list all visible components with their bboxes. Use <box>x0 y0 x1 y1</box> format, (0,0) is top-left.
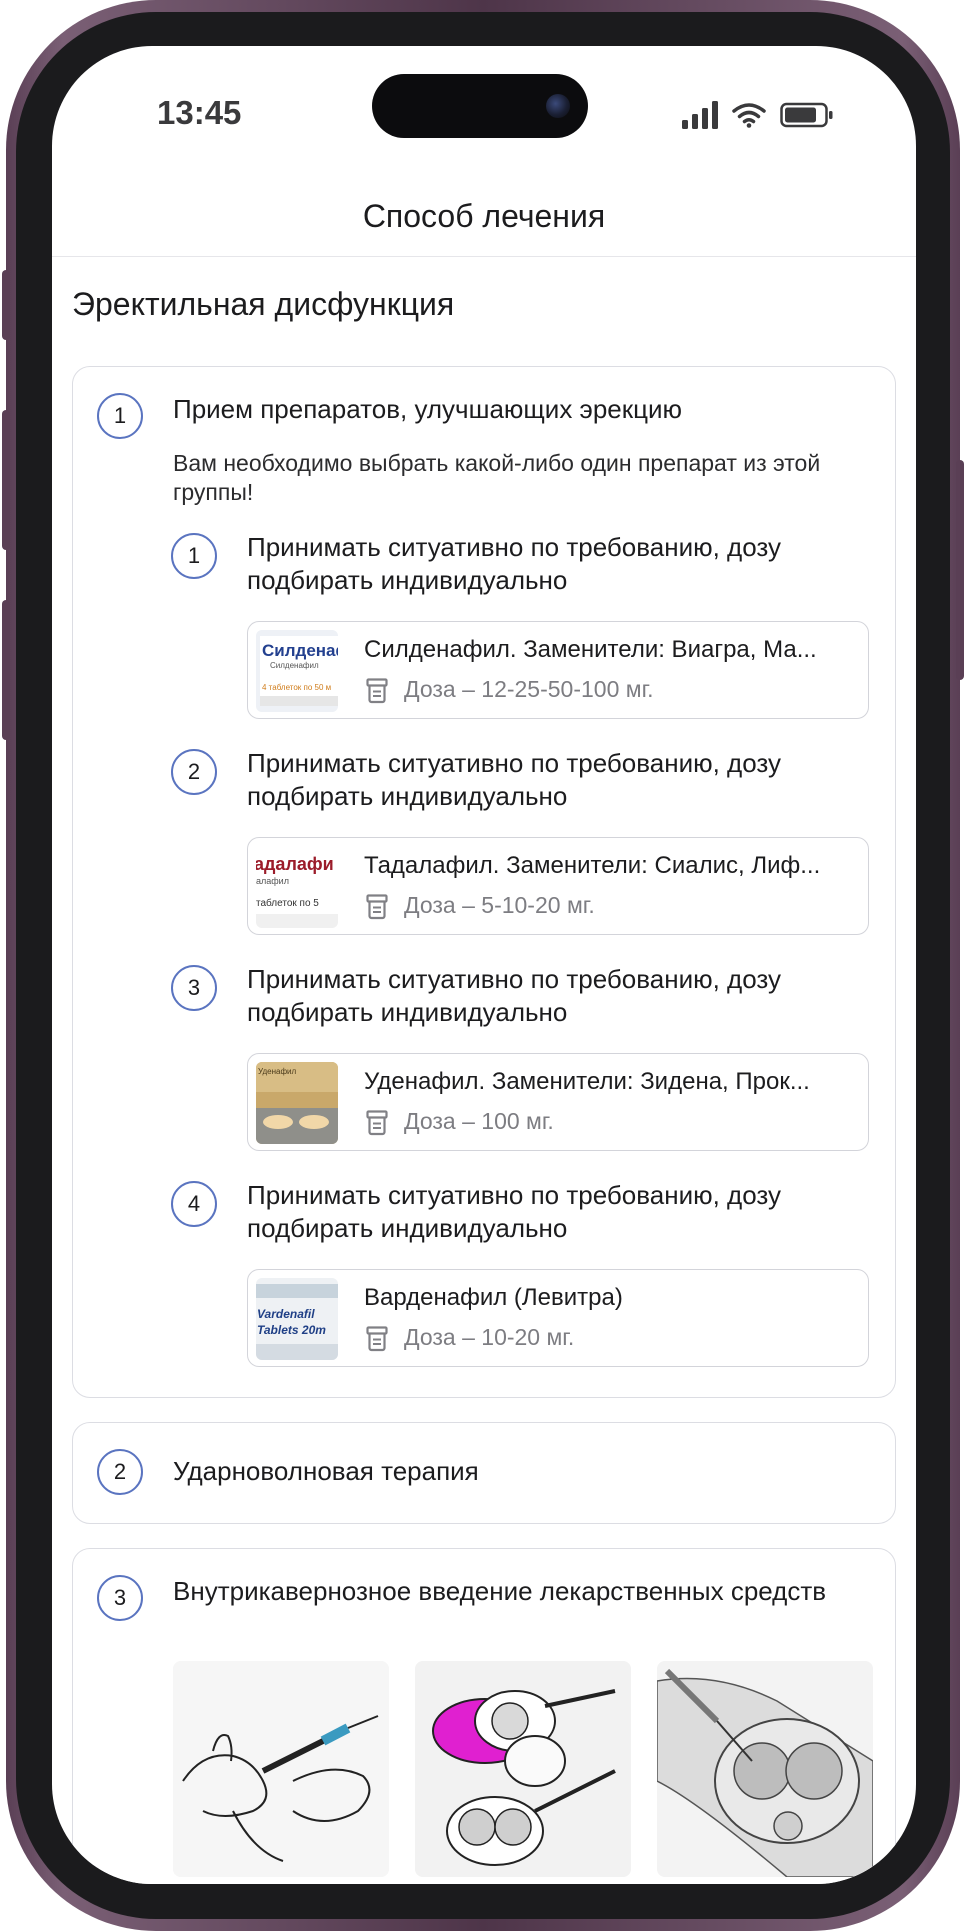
thumb-text-2: Tablets 20m <box>257 1323 326 1337</box>
drug-item-sildenafil[interactable]: Силденаф Силденафил 4 таблеток по 50 м С… <box>247 621 869 719</box>
card-note: Вам необходимо выбрать какой-либо один п… <box>173 450 821 505</box>
drug-item-tadalafil[interactable]: адалафи алафил таблеток по 5 Тадалафил. … <box>247 837 869 935</box>
penis-cross-section-image <box>415 1661 631 1877</box>
thumb-text-1: Vardenafil <box>257 1307 315 1321</box>
drug-name: Силденафил. Заменители: Виагра, Ма... <box>364 636 817 663</box>
signal-icon <box>682 101 718 129</box>
pill-bottle-icon <box>366 678 388 704</box>
package-image: Vardenafil Tablets 20m <box>256 1278 338 1360</box>
pill-bottle-icon <box>366 1326 388 1352</box>
drug-name: Варденафил (Левитра) <box>364 1284 623 1311</box>
injection-illustration-2[interactable] <box>415 1661 631 1877</box>
option-number-badge: 2 <box>171 749 217 795</box>
drug-image-tadalafil: адалафи алафил таблеток по 5 <box>256 846 338 928</box>
drug-dose: Доза – 100 мг. <box>404 1108 554 1134</box>
status-bar: 13:45 <box>52 46 916 176</box>
step-number: 2 <box>113 1459 127 1484</box>
injection-hand-image <box>173 1661 389 1877</box>
option-number-badge: 1 <box>171 533 217 579</box>
drug-name: Тадалафил. Заменители: Сиалис, Лиф... <box>364 852 821 879</box>
option-title: Принимать ситуативно по требованию, дозу… <box>247 748 782 811</box>
side-button-left-1 <box>2 270 10 340</box>
option-number-badge: 3 <box>171 965 217 1011</box>
drug-dose: Доза – 5-10-20 мг. <box>404 892 595 918</box>
pill-bottle-icon <box>366 894 388 920</box>
status-icons <box>682 100 834 130</box>
step-number-badge: 2 <box>97 1449 143 1495</box>
thumb-text-2: алафил <box>256 876 289 886</box>
option-number: 2 <box>187 759 201 784</box>
screen-header: Способ лечения <box>52 176 916 257</box>
treatment-card-2[interactable]: 2 Ударноволновая терапия <box>72 1422 896 1524</box>
card-title: Прием препаратов, улучшающих эрекцию <box>173 394 683 424</box>
thumb-text-3: 4 таблеток по 50 м <box>262 683 331 692</box>
dynamic-island <box>372 74 588 138</box>
phone-screen: 13:45 Способ лечения Эректильная дисфунк… <box>52 46 916 1884</box>
penis-anatomy-image <box>657 1661 873 1877</box>
injection-illustration-3[interactable] <box>657 1661 873 1877</box>
option-number: 3 <box>187 975 201 1000</box>
option-title: Принимать ситуативно по требованию, дозу… <box>247 532 782 595</box>
thumb-text-1: адалафи <box>256 854 334 874</box>
option-title: Принимать ситуативно по требованию, дозу… <box>247 1180 782 1243</box>
option-number: 1 <box>187 543 201 568</box>
treatment-card-3[interactable]: 3 Внутрикавернозное введение лекарственн… <box>72 1548 896 1884</box>
package-image: Уденафил <box>256 1062 338 1144</box>
section-title: Эректильная дисфункция <box>72 286 455 322</box>
thumb-text-1: Уденафил <box>258 1067 296 1076</box>
wifi-icon <box>732 103 766 128</box>
card-title: Ударноволновая терапия <box>173 1456 479 1486</box>
battery-icon <box>780 102 833 128</box>
side-button-right <box>956 460 964 680</box>
drug-item-udenafil[interactable]: Уденафил Уденафил. Заменители: Зидена, П… <box>247 1053 869 1151</box>
step-number: 3 <box>113 1585 127 1610</box>
drug-dose: Доза – 12-25-50-100 мг. <box>404 676 654 702</box>
card-title: Внутрикавернозное введение лекарственных… <box>173 1576 827 1606</box>
drug-image-vardenafil: Vardenafil Tablets 20m <box>256 1278 338 1360</box>
thumb-text-2: Силденафил <box>270 661 319 670</box>
thumb-text-3: таблеток по 5 <box>256 897 319 909</box>
step-number: 1 <box>113 403 127 428</box>
drug-item-vardenafil[interactable]: Vardenafil Tablets 20m Варденафил (Левит… <box>247 1269 869 1367</box>
package-image: адалафи алафил таблеток по 5 <box>256 846 338 928</box>
option-title: Принимать ситуативно по требованию, дозу… <box>247 964 782 1027</box>
status-time: 13:45 <box>157 94 242 131</box>
injection-illustration-1[interactable] <box>173 1661 389 1877</box>
thumb-text-1: Силденаф <box>262 641 338 660</box>
drug-name: Уденафил. Заменители: Зидена, Прок... <box>364 1068 810 1095</box>
step-number-badge: 1 <box>97 393 143 439</box>
drug-dose: Доза – 10-20 мг. <box>404 1324 575 1350</box>
drug-image-sildenafil: Силденаф Силденафил 4 таблеток по 50 м <box>256 630 338 712</box>
pill-bottle-icon <box>366 1110 388 1136</box>
package-image: Силденаф Силденафил 4 таблеток по 50 м <box>256 630 338 712</box>
camera-icon <box>546 94 570 118</box>
drug-image-udenafil: Уденафил <box>256 1062 338 1144</box>
page-title: Способ лечения <box>362 198 606 234</box>
option-number-badge: 4 <box>171 1181 217 1227</box>
side-button-left-3 <box>2 600 10 740</box>
illustration-gallery <box>173 1661 873 1877</box>
treatment-card-1[interactable]: 1 Прием препаратов, улучшающих эрекцию В… <box>72 366 896 1398</box>
step-number-badge: 3 <box>97 1575 143 1621</box>
option-number: 4 <box>187 1191 201 1216</box>
side-button-left-2 <box>2 410 10 550</box>
